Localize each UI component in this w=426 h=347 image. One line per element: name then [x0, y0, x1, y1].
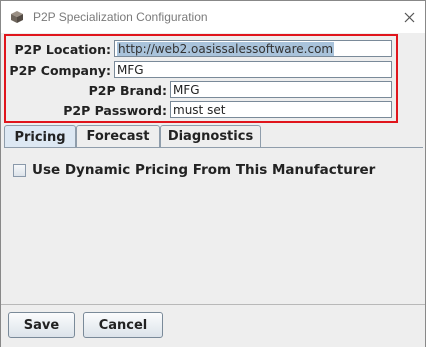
cancel-button[interactable]: Cancel — [83, 312, 163, 338]
tab-pricing[interactable]: Pricing — [4, 125, 76, 148]
brand-label: P2P Brand: — [88, 83, 167, 98]
dialog-window: P2P Specialization Configuration P2P Loc… — [0, 0, 426, 347]
app-box-icon — [11, 11, 23, 23]
button-bar: Save Cancel — [1, 304, 425, 347]
close-icon — [404, 12, 414, 22]
brand-input[interactable]: MFG — [170, 81, 392, 98]
pricing-panel: Use Dynamic Pricing From This Manufactur… — [4, 147, 423, 305]
dynamic-pricing-label[interactable]: Use Dynamic Pricing From This Manufactur… — [32, 162, 375, 178]
location-input[interactable]: http://web2.oasissalessoftware.com — [114, 40, 392, 57]
location-value: http://web2.oasissalessoftware.com — [117, 42, 335, 56]
tab-strip: Pricing Forecast Diagnostics — [4, 125, 424, 148]
dynamic-pricing-option[interactable]: Use Dynamic Pricing From This Manufactur… — [13, 162, 375, 178]
dynamic-pricing-checkbox[interactable] — [13, 163, 26, 177]
company-input[interactable]: MFG — [114, 61, 392, 78]
tab-forecast[interactable]: Forecast — [76, 125, 160, 147]
window-title: P2P Specialization Configuration — [33, 10, 208, 24]
dialog-content: P2P Location: http://web2.oasissalessoft… — [1, 33, 425, 347]
p2p-settings-group: P2P Location: http://web2.oasissalessoft… — [4, 34, 398, 123]
save-button[interactable]: Save — [8, 312, 75, 338]
company-label: P2P Company: — [9, 63, 111, 78]
tab-diagnostics[interactable]: Diagnostics — [160, 125, 261, 147]
close-button[interactable] — [399, 7, 419, 27]
title-bar[interactable]: P2P Specialization Configuration — [1, 1, 425, 33]
password-input[interactable]: must set — [170, 101, 392, 118]
location-label: P2P Location: — [14, 42, 111, 57]
password-label: P2P Password: — [63, 103, 167, 118]
